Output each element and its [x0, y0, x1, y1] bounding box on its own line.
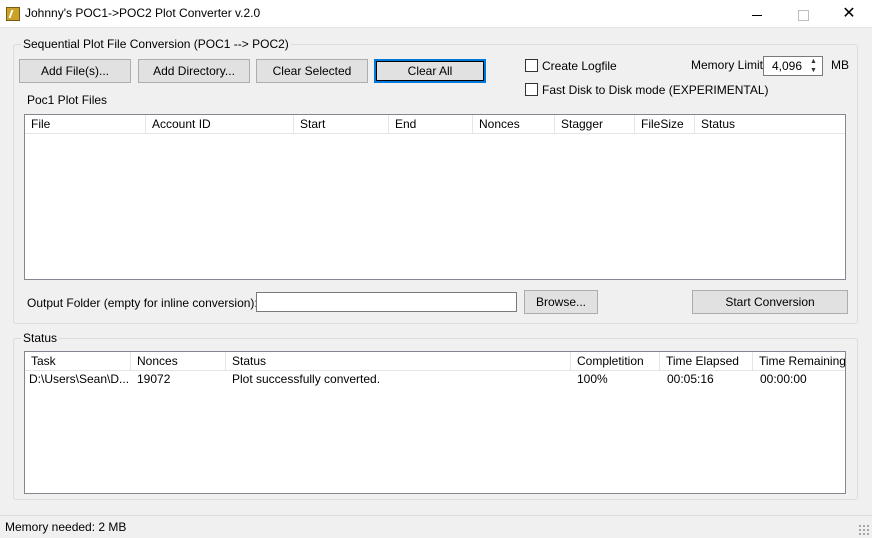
status-bar: Memory needed: 2 MB: [0, 515, 872, 538]
row-completion: 100%: [577, 372, 608, 386]
table-row[interactable]: D:\Users\Sean\D... 19072 Plot successful…: [25, 371, 845, 387]
resize-grip-icon[interactable]: [858, 524, 870, 536]
memory-limit-spinner[interactable]: 4,096 ▲ ▼: [763, 56, 823, 76]
plot-col-filesize[interactable]: FileSize: [635, 115, 695, 133]
fast-disk-label[interactable]: Fast Disk to Disk mode (EXPERIMENTAL): [542, 83, 769, 97]
status-list[interactable]: Task Nonces Status Completition Time Ela…: [24, 351, 846, 494]
clear-all-button[interactable]: Clear All: [374, 59, 486, 83]
plot-files-list[interactable]: File Account ID Start End Nonces Stagger…: [24, 114, 846, 280]
clear-selected-button[interactable]: Clear Selected: [256, 59, 368, 83]
fast-disk-checkbox[interactable]: [525, 83, 538, 96]
output-folder-input[interactable]: [256, 292, 517, 312]
plot-files-label: Poc1 Plot Files: [27, 93, 108, 107]
create-logfile-checkbox[interactable]: [525, 59, 538, 72]
memory-limit-unit: MB: [831, 58, 849, 72]
add-files-button[interactable]: Add File(s)...: [19, 59, 131, 83]
browse-button[interactable]: Browse...: [524, 290, 598, 314]
status-col-status[interactable]: Status: [226, 352, 571, 370]
spin-up-icon[interactable]: ▲: [806, 57, 821, 66]
spin-down-icon[interactable]: ▼: [806, 66, 821, 75]
row-task: D:\Users\Sean\D...: [29, 372, 130, 386]
close-button[interactable]: ✕: [826, 0, 872, 28]
memory-limit-label: Memory Limit: [691, 58, 764, 72]
row-elapsed: 00:05:16: [667, 372, 714, 386]
status-col-nonces[interactable]: Nonces: [131, 352, 226, 370]
plot-col-nonces[interactable]: Nonces: [473, 115, 555, 133]
status-group-legend: Status: [21, 331, 60, 345]
minimize-button[interactable]: [734, 0, 780, 28]
plot-files-header: File Account ID Start End Nonces Stagger…: [25, 115, 845, 134]
plot-col-start[interactable]: Start: [294, 115, 389, 133]
row-remaining: 00:00:00: [760, 372, 807, 386]
status-col-task[interactable]: Task: [25, 352, 131, 370]
plot-col-stagger[interactable]: Stagger: [555, 115, 635, 133]
minimize-icon: [752, 14, 762, 16]
output-folder-label: Output Folder (empty for inline conversi…: [27, 296, 258, 310]
window-title: Johnny's POC1->POC2 Plot Converter v.2.0: [25, 6, 261, 20]
add-directory-button[interactable]: Add Directory...: [138, 59, 250, 83]
maximize-icon: [797, 9, 809, 21]
status-col-completion[interactable]: Completition: [571, 352, 660, 370]
status-col-elapsed[interactable]: Time Elapsed: [660, 352, 753, 370]
status-col-remaining[interactable]: Time Remaining: [753, 352, 845, 370]
plot-col-status[interactable]: Status: [695, 115, 845, 133]
row-nonces: 19072: [137, 372, 171, 386]
memory-needed-text: Memory needed: 2 MB: [5, 520, 127, 534]
plot-col-account-id[interactable]: Account ID: [146, 115, 294, 133]
maximize-button[interactable]: [780, 0, 826, 28]
start-conversion-button[interactable]: Start Conversion: [692, 290, 848, 314]
title-bar: Johnny's POC1->POC2 Plot Converter v.2.0…: [0, 0, 872, 28]
conversion-group-legend: Sequential Plot File Conversion (POC1 --…: [21, 37, 291, 51]
create-logfile-label[interactable]: Create Logfile: [542, 59, 617, 73]
plot-col-end[interactable]: End: [389, 115, 473, 133]
memory-limit-value: 4,096: [771, 59, 802, 73]
close-icon: ✕: [842, 5, 856, 22]
row-status: Plot successfully converted.: [232, 372, 381, 386]
plot-col-file[interactable]: File: [25, 115, 146, 133]
status-header: Task Nonces Status Completition Time Ela…: [25, 352, 845, 371]
app-icon: [6, 7, 20, 21]
